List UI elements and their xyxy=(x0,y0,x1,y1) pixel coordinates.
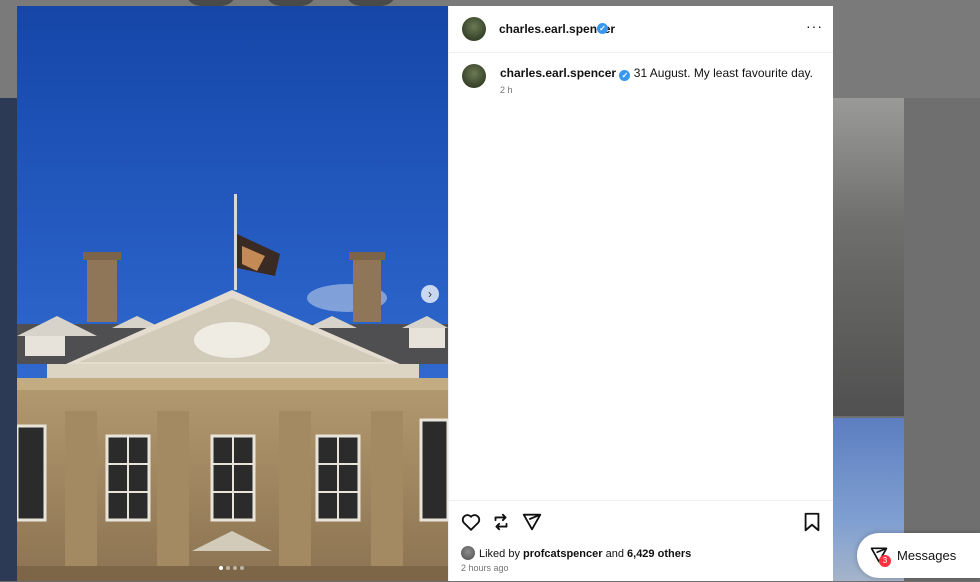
carousel-dot xyxy=(240,566,244,570)
post-actions: Liked by profcatspencer and 6,429 others… xyxy=(449,500,833,582)
post-sidebar: charles.earl.spencer ✓ ··· charles.earl.… xyxy=(448,6,833,581)
background-photo-vintage xyxy=(832,98,904,416)
messages-badge: 3 xyxy=(879,555,891,567)
more-options-icon[interactable]: ··· xyxy=(806,18,823,34)
background-feed-gap xyxy=(904,98,980,581)
heart-icon[interactable] xyxy=(460,511,482,533)
caption-text: 31 August. My least favourite day. xyxy=(633,66,813,80)
verified-badge-icon: ✓ xyxy=(619,70,631,81)
post-header: charles.earl.spencer ✓ ··· xyxy=(449,6,833,53)
send-icon[interactable] xyxy=(521,511,543,533)
carousel-dot xyxy=(226,566,230,570)
liked-by-others[interactable]: 6,429 others xyxy=(627,548,691,560)
carousel-dot-active xyxy=(219,566,223,570)
messages-label: Messages xyxy=(897,548,957,563)
carousel-dot xyxy=(233,566,237,570)
caption-timestamp[interactable]: 2 h xyxy=(500,85,513,95)
liker-avatar xyxy=(461,546,475,560)
background-feed-left xyxy=(0,98,17,581)
caption-avatar[interactable] xyxy=(462,64,486,88)
messages-button[interactable]: 3 Messages xyxy=(857,533,980,578)
verified-badge-icon: ✓ xyxy=(597,23,608,34)
house-photo xyxy=(17,6,448,581)
liked-by-user[interactable]: profcatspencer xyxy=(523,548,602,560)
liked-by-label: Liked by xyxy=(479,548,520,560)
caption-username[interactable]: charles.earl.spencer xyxy=(500,66,616,80)
repost-icon[interactable] xyxy=(490,511,512,533)
bookmark-icon[interactable] xyxy=(801,511,823,533)
carousel-dots xyxy=(219,566,244,570)
post-media[interactable]: › xyxy=(17,6,448,581)
post-modal: › charles.earl.spencer ✓ ··· charles.ear… xyxy=(17,6,833,581)
caption: charles.earl.spencer ✓ 31 August. My lea… xyxy=(500,66,813,81)
carousel-next-button[interactable]: › xyxy=(421,285,439,303)
post-timestamp[interactable]: 2 hours ago xyxy=(461,563,509,573)
liked-by-and: and xyxy=(605,548,624,560)
background-feed-right xyxy=(832,98,904,581)
likes-summary: Liked by profcatspencer and 6,429 others xyxy=(461,546,691,560)
author-avatar[interactable] xyxy=(462,17,486,41)
